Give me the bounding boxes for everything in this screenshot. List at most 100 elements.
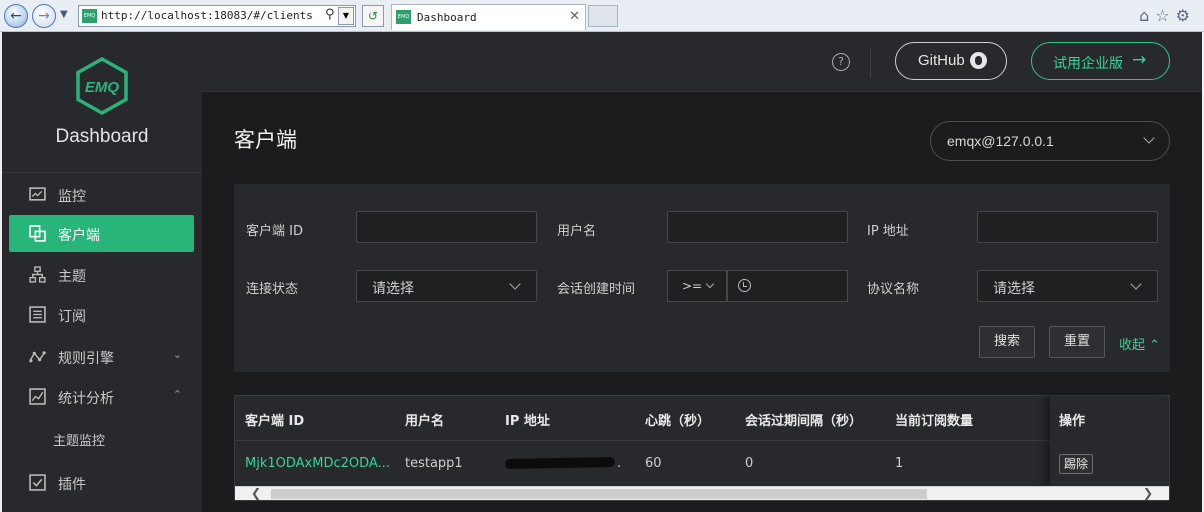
- sidebar-item-subscriptions[interactable]: 订阅: [9, 296, 194, 333]
- sidebar-item-label: 监控: [58, 189, 86, 205]
- sidebar-item-label: 主题: [58, 269, 86, 285]
- ip-input[interactable]: [977, 211, 1158, 243]
- try-enterprise-button[interactable]: 试用企业版 →: [1031, 42, 1170, 80]
- refresh-icon[interactable]: ↺: [362, 5, 384, 27]
- github-button[interactable]: GitHub: [895, 42, 1007, 80]
- sidebar-item-label: 订阅: [58, 309, 86, 325]
- sidebar-item-clients[interactable]: 客户端: [9, 215, 194, 252]
- username-input[interactable]: [667, 211, 848, 243]
- protocol-placeholder: 请选择: [993, 281, 1035, 297]
- sidebar-item-analysis[interactable]: 统计分析 ⌃: [9, 378, 194, 415]
- fixed-action-column: 操作 踢除: [1050, 396, 1169, 486]
- expiry-cell: 0: [745, 456, 754, 471]
- url-text[interactable]: http://localhost:18083/#/clients: [101, 9, 313, 22]
- browser-toolbar-icons: ⌂☆⚙: [1139, 6, 1196, 25]
- kick-out-button[interactable]: 踢除: [1059, 454, 1093, 474]
- logo-text: EMQ: [85, 79, 120, 96]
- scrollbar-thumb[interactable]: [271, 489, 927, 499]
- client-id-input[interactable]: [356, 211, 537, 243]
- clients-icon: [29, 225, 46, 242]
- ip-label: IP 地址: [867, 224, 909, 239]
- arrow-right-icon: →: [1132, 50, 1147, 70]
- forward-arrow-icon[interactable]: →: [32, 4, 56, 28]
- search-button[interactable]: 搜索: [979, 326, 1035, 358]
- github-icon: [970, 52, 987, 69]
- home-icon[interactable]: ⌂: [1139, 6, 1155, 25]
- address-bar[interactable]: EMQ http://localhost:18083/#/clients ⚲ ▼: [78, 5, 356, 27]
- horizontal-scrollbar[interactable]: ❮ ❯: [235, 486, 1169, 500]
- client-id-link[interactable]: Mjk1ODAxMDc2ODA...: [245, 456, 390, 471]
- clock-icon: [738, 279, 751, 292]
- header-row-divider: [235, 440, 1169, 441]
- operator-value: >=: [682, 279, 703, 293]
- sidebar-item-monitor[interactable]: 监控: [9, 176, 194, 213]
- conn-state-label: 连接状态: [246, 282, 299, 297]
- reset-button[interactable]: 重置: [1049, 326, 1105, 358]
- sidebar-item-label: 客户端: [58, 228, 100, 244]
- column-header-expiry[interactable]: 会话过期间隔（秒）: [745, 410, 862, 429]
- github-button-label: GitHub: [918, 52, 965, 69]
- sidebar-subitem-topic-metrics[interactable]: 主题监控: [53, 430, 105, 449]
- username-label: 用户名: [557, 224, 597, 239]
- tab-close-icon[interactable]: ✕: [569, 9, 580, 24]
- scroll-left-icon[interactable]: ❮: [251, 486, 261, 500]
- chevron-down-icon: [1143, 132, 1155, 144]
- column-header-ip[interactable]: IP 地址: [505, 410, 550, 429]
- clients-table: 客户端 ID 用户名 IP 地址 心跳（秒） 会话过期间隔（秒） 当前订阅数量 …: [234, 395, 1170, 501]
- protocol-select[interactable]: 请选择: [977, 270, 1158, 302]
- new-tab-button[interactable]: [588, 5, 618, 27]
- search-icon[interactable]: ⚲: [325, 7, 335, 22]
- analysis-icon: [29, 388, 46, 405]
- username-cell: testapp1: [405, 456, 463, 471]
- brand-title: Dashboard: [55, 126, 149, 147]
- column-header-action: 操作: [1059, 414, 1086, 429]
- help-icon[interactable]: ?: [832, 53, 850, 71]
- protocol-label: 协议名称: [867, 282, 920, 297]
- address-dropdown-icon[interactable]: ▼: [338, 7, 354, 25]
- monitor-icon: [29, 187, 46, 201]
- sidebar: EMQ Dashboard 监控 客户端 主题 订阅 规则引擎 ⌄ 统计分析 ⌃: [2, 32, 202, 512]
- node-select[interactable]: emqx@127.0.0.1: [930, 121, 1170, 161]
- column-header-client-id[interactable]: 客户端 ID: [245, 410, 304, 429]
- created-at-datetime-input[interactable]: [727, 270, 848, 302]
- sidebar-item-topics[interactable]: 主题: [9, 256, 194, 293]
- subscriptions-icon: [29, 306, 46, 323]
- client-id-label: 客户端 ID: [246, 224, 303, 239]
- site-favicon-icon: EMQ: [82, 9, 97, 23]
- conn-state-select[interactable]: 请选择: [356, 270, 537, 302]
- chevron-down-icon: ⌄: [172, 348, 182, 361]
- main-content: ? GitHub 试用企业版 → 客户端 emqx@127.0.0.1 客户端 …: [202, 32, 1202, 512]
- created-at-operator-select[interactable]: >=: [667, 270, 727, 302]
- back-arrow-icon[interactable]: ←: [4, 4, 28, 28]
- column-header-subscriptions[interactable]: 当前订阅数量: [895, 410, 973, 429]
- sidebar-item-rule-engine[interactable]: 规则引擎 ⌄: [9, 338, 194, 375]
- keepalive-cell: 60: [645, 456, 662, 471]
- emq-logo-icon: EMQ: [76, 56, 128, 116]
- ip-cell-tail: ...: [617, 456, 621, 470]
- node-select-value: emqx@127.0.0.1: [947, 133, 1054, 149]
- collapse-link[interactable]: 收起 ⌃: [1119, 334, 1160, 353]
- sidebar-divider: [2, 172, 202, 173]
- redaction-mark: [505, 457, 616, 469]
- column-header-keepalive[interactable]: 心跳（秒）: [645, 410, 710, 429]
- favorites-star-icon[interactable]: ☆: [1155, 6, 1175, 25]
- emqx-dashboard: EMQ Dashboard 监控 客户端 主题 订阅 规则引擎 ⌄ 统计分析 ⌃: [2, 32, 1202, 512]
- rule-engine-icon: [29, 351, 46, 363]
- sidebar-item-label: 统计分析: [58, 391, 114, 407]
- chevron-down-icon: [1130, 278, 1142, 290]
- collapse-link-label: 收起: [1119, 338, 1146, 353]
- chevron-down-icon: [705, 279, 715, 289]
- page-title: 客户端: [234, 128, 297, 152]
- topics-icon: [29, 266, 46, 283]
- history-dropdown-icon[interactable]: ▼: [60, 9, 68, 20]
- browser-tab[interactable]: EMQ Dashboard ✕: [391, 4, 586, 30]
- sidebar-item-plugins[interactable]: 插件: [9, 464, 194, 501]
- settings-gear-icon[interactable]: ⚙: [1176, 6, 1196, 25]
- scroll-right-icon[interactable]: ❯: [1143, 486, 1153, 500]
- subscriptions-cell: 1: [895, 456, 904, 471]
- column-header-username[interactable]: 用户名: [405, 410, 444, 429]
- tab-favicon-icon: EMQ: [396, 10, 411, 24]
- created-at-label: 会话创建时间: [557, 282, 636, 297]
- filter-panel: 客户端 ID 用户名 IP 地址 连接状态 请选择 会话创建时间 >= 协议名称…: [234, 184, 1170, 372]
- top-header: ? GitHub 试用企业版 →: [202, 32, 1202, 92]
